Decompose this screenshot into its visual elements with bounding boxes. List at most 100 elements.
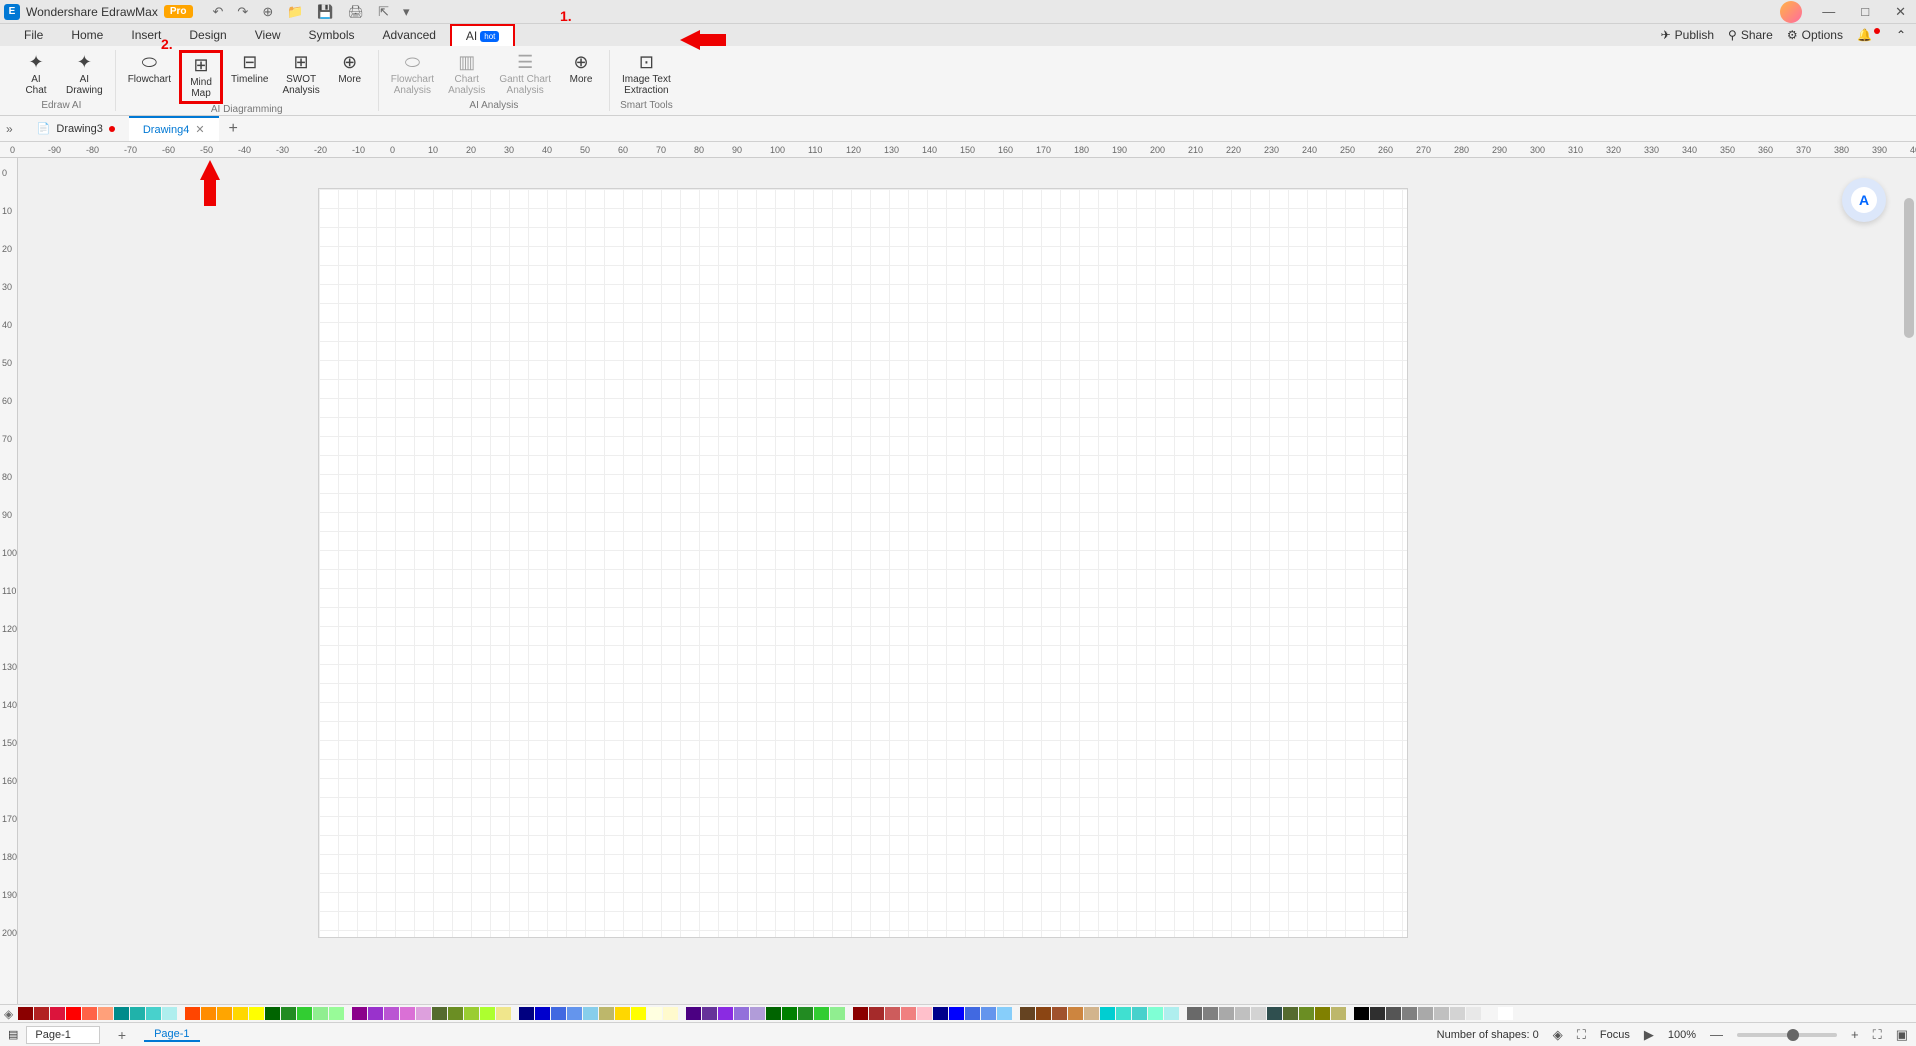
color-swatch[interactable] <box>400 1007 415 1020</box>
color-swatch[interactable] <box>869 1007 884 1020</box>
color-swatch[interactable] <box>933 1007 948 1020</box>
add-tab-button[interactable]: + <box>219 120 248 138</box>
color-swatch[interactable] <box>686 1007 701 1020</box>
scrollbar-thumb[interactable] <box>1904 198 1914 338</box>
color-swatch[interactable] <box>1331 1007 1346 1020</box>
color-swatch[interactable] <box>66 1007 81 1020</box>
color-swatch[interactable] <box>368 1007 383 1020</box>
collapse-panel-icon[interactable]: » <box>6 122 13 136</box>
color-swatch[interactable] <box>1386 1007 1401 1020</box>
collapse-ribbon-icon[interactable]: ⌃ <box>1896 28 1906 42</box>
save-icon[interactable]: 💾 <box>317 4 333 20</box>
color-swatch[interactable] <box>1315 1007 1330 1020</box>
color-swatch[interactable] <box>750 1007 765 1020</box>
color-swatch[interactable] <box>416 1007 431 1020</box>
color-swatch[interactable] <box>1370 1007 1385 1020</box>
undo-icon[interactable]: ↶ <box>213 4 224 20</box>
color-swatch[interactable] <box>34 1007 49 1020</box>
color-swatch[interactable] <box>535 1007 550 1020</box>
tool-flowchart[interactable]: ⬭Flowchart <box>122 50 177 104</box>
close-tab-icon[interactable]: ✕ <box>195 123 204 136</box>
color-swatch[interactable] <box>464 1007 479 1020</box>
layers-icon[interactable]: ◈ <box>1553 1027 1563 1043</box>
close-button[interactable]: ✕ <box>1889 4 1912 20</box>
color-swatch[interactable] <box>583 1007 598 1020</box>
maximize-button[interactable]: □ <box>1855 4 1875 19</box>
fullscreen-icon[interactable]: ⛶ <box>1873 1027 1882 1043</box>
focus-mode-icon[interactable]: ⛶ <box>1577 1027 1586 1043</box>
publish-button[interactable]: ✈ Publish <box>1661 28 1714 42</box>
color-swatch[interactable] <box>233 1007 248 1020</box>
tool-gantt-analysis[interactable]: ☰Gantt ChartAnalysis <box>493 50 557 98</box>
color-swatch[interactable] <box>1299 1007 1314 1020</box>
menu-symbols[interactable]: Symbols <box>295 24 369 46</box>
color-swatch[interactable] <box>249 1007 264 1020</box>
new-icon[interactable]: ⊕ <box>262 4 273 20</box>
zoom-out-icon[interactable]: — <box>1710 1027 1723 1042</box>
menu-home[interactable]: Home <box>57 24 117 46</box>
color-swatch[interactable] <box>114 1007 129 1020</box>
color-swatch[interactable] <box>162 1007 177 1020</box>
tool-diagramming-more[interactable]: ⊕More <box>328 50 372 104</box>
color-swatch[interactable] <box>814 1007 829 1020</box>
color-swatch[interactable] <box>631 1007 646 1020</box>
eyedropper-icon[interactable]: ◈ <box>4 1007 13 1021</box>
fit-page-icon[interactable]: ▣ <box>1896 1027 1908 1043</box>
color-swatch[interactable] <box>1283 1007 1298 1020</box>
color-swatch[interactable] <box>448 1007 463 1020</box>
color-swatch[interactable] <box>1132 1007 1147 1020</box>
color-swatch[interactable] <box>384 1007 399 1020</box>
canvas-area[interactable]: A <box>18 158 1916 1004</box>
color-swatch[interactable] <box>201 1007 216 1020</box>
color-swatch[interactable] <box>1100 1007 1115 1020</box>
tool-timeline[interactable]: ⊟Timeline <box>225 50 274 104</box>
color-swatch[interactable] <box>1148 1007 1163 1020</box>
color-swatch[interactable] <box>997 1007 1012 1020</box>
color-swatch[interactable] <box>830 1007 845 1020</box>
color-swatch[interactable] <box>1203 1007 1218 1020</box>
share-button[interactable]: ⚲ Share <box>1728 28 1773 42</box>
color-swatch[interactable] <box>1020 1007 1035 1020</box>
color-swatch[interactable] <box>480 1007 495 1020</box>
color-swatch[interactable] <box>615 1007 630 1020</box>
presentation-icon[interactable]: ▶ <box>1644 1027 1654 1043</box>
color-swatch[interactable] <box>98 1007 113 1020</box>
menu-file[interactable]: File <box>10 24 57 46</box>
color-swatch[interactable] <box>1052 1007 1067 1020</box>
scrollbar-vertical[interactable] <box>1902 158 1916 1004</box>
color-swatch[interactable] <box>567 1007 582 1020</box>
color-swatch[interactable] <box>1402 1007 1417 1020</box>
color-swatch[interactable] <box>599 1007 614 1020</box>
color-swatch[interactable] <box>1116 1007 1131 1020</box>
color-swatch[interactable] <box>185 1007 200 1020</box>
options-button[interactable]: ⚙ Options <box>1787 28 1843 42</box>
color-swatch[interactable] <box>352 1007 367 1020</box>
color-swatch[interactable] <box>1354 1007 1369 1020</box>
color-swatch[interactable] <box>853 1007 868 1020</box>
tool-mind-map[interactable]: ⊞MindMap <box>179 50 223 104</box>
color-swatch[interactable] <box>1164 1007 1179 1020</box>
dropdown-icon[interactable]: ▾ <box>403 4 410 20</box>
color-swatch[interactable] <box>1187 1007 1202 1020</box>
color-swatch[interactable] <box>18 1007 33 1020</box>
color-swatch[interactable] <box>917 1007 932 1020</box>
color-swatch[interactable] <box>901 1007 916 1020</box>
notifications-icon[interactable]: 🔔 <box>1857 28 1882 42</box>
redo-icon[interactable]: ↷ <box>237 4 248 20</box>
color-swatch[interactable] <box>718 1007 733 1020</box>
color-swatch[interactable] <box>1036 1007 1051 1020</box>
menu-view[interactable]: View <box>241 24 295 46</box>
page-dropdown[interactable]: Page-1 <box>26 1026 99 1044</box>
tool-swot[interactable]: ⊞SWOTAnalysis <box>276 50 325 104</box>
color-swatch[interactable] <box>1084 1007 1099 1020</box>
color-swatch[interactable] <box>885 1007 900 1020</box>
color-swatch[interactable] <box>1418 1007 1433 1020</box>
color-swatch[interactable] <box>1068 1007 1083 1020</box>
color-swatch[interactable] <box>663 1007 678 1020</box>
zoom-slider-thumb[interactable] <box>1787 1029 1799 1041</box>
color-swatch[interactable] <box>265 1007 280 1020</box>
menu-advanced[interactable]: Advanced <box>369 24 450 46</box>
color-swatch[interactable] <box>432 1007 447 1020</box>
color-swatch[interactable] <box>496 1007 511 1020</box>
drawing-page[interactable] <box>318 188 1408 938</box>
